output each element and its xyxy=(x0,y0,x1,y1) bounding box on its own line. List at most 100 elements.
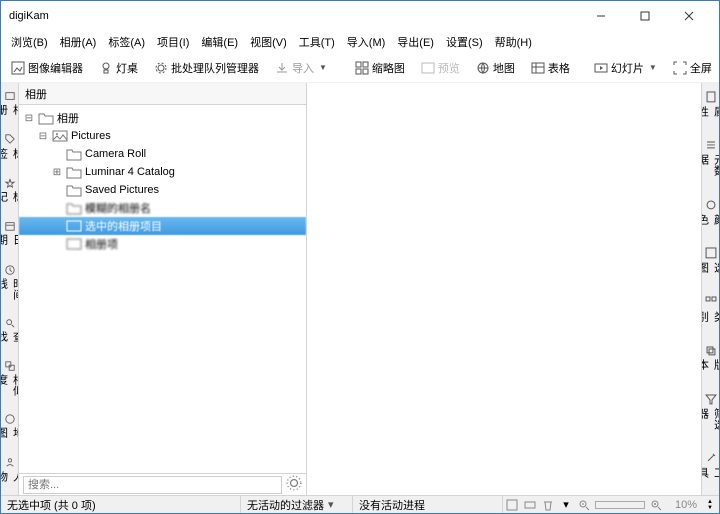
close-button[interactable] xyxy=(667,2,711,30)
tree-root[interactable]: ⊟相册 xyxy=(19,109,306,127)
maximize-button[interactable] xyxy=(623,2,667,30)
image-icon xyxy=(421,61,435,75)
status-dropdown[interactable]: ▾ xyxy=(557,498,575,511)
status-selection: 无选中项 (共 0 项) xyxy=(1,496,241,513)
album-tree[interactable]: ⊟相册 ⊟Pictures Camera Roll ⊞Luminar 4 Cat… xyxy=(19,105,306,473)
zoom-slider[interactable] xyxy=(595,501,645,509)
collapse-icon[interactable]: ⊟ xyxy=(23,113,35,124)
window-title: digiKam xyxy=(9,10,579,22)
menu-settings[interactable]: 设置(S) xyxy=(440,32,489,52)
tables-button[interactable]: 表格 xyxy=(525,57,576,79)
image-editor-button[interactable]: 图像编辑器 xyxy=(5,57,89,79)
menu-album[interactable]: 相册(A) xyxy=(54,32,103,52)
map-button[interactable]: 地图 xyxy=(470,57,521,79)
lightbulb-icon xyxy=(99,61,113,75)
tab-tags[interactable]: 标签 xyxy=(1,128,19,171)
tab-map[interactable]: 地图 xyxy=(1,408,19,451)
label: 地图 xyxy=(493,60,515,76)
menu-tags[interactable]: 标签(A) xyxy=(102,32,151,52)
panel-header: 相册 xyxy=(19,83,306,105)
album-icon xyxy=(66,219,82,233)
label: 图像编辑器 xyxy=(28,60,83,76)
search-input[interactable] xyxy=(23,476,282,494)
lighttable-button[interactable]: 灯桌 xyxy=(93,57,144,79)
folder-icon xyxy=(66,147,82,161)
chevron-down-icon[interactable]: ▾ xyxy=(324,498,338,511)
menu-edit[interactable]: 编辑(E) xyxy=(195,32,244,52)
menu-view[interactable]: 视图(V) xyxy=(244,32,293,52)
tab-versions[interactable]: 版本 xyxy=(701,339,719,388)
center-pane xyxy=(307,83,701,495)
fullscreen-button[interactable]: 全屏 xyxy=(667,57,718,79)
tab-pick[interactable]: 选图 xyxy=(701,241,719,290)
tab-similarity[interactable]: 相似度 xyxy=(1,355,19,408)
tab-dates[interactable]: 日期 xyxy=(1,215,19,258)
left-sidebar-tabs: 相册 标签 标记 日期 时间线 查找 相似度 地图 人物 xyxy=(1,83,19,495)
tab-search[interactable]: 查找 xyxy=(1,312,19,355)
tab-metadata[interactable]: 元数据 xyxy=(701,134,719,193)
options-icon[interactable] xyxy=(286,475,302,494)
menu-tools[interactable]: 工具(T) xyxy=(293,32,341,52)
tab-labels[interactable]: 标记 xyxy=(1,172,19,215)
chevron-down-icon: ▼ xyxy=(319,63,327,72)
status-filter: 无活动的过滤器▾ xyxy=(241,496,353,513)
menu-import[interactable]: 导入(M) xyxy=(341,32,392,52)
tree-pictures[interactable]: ⊟Pictures xyxy=(19,127,306,145)
play-icon xyxy=(594,61,608,75)
tree-item-selected[interactable]: 选中的相册项目 xyxy=(19,217,306,235)
zoom-in-button[interactable] xyxy=(647,499,665,511)
tree-camera-roll[interactable]: Camera Roll xyxy=(19,145,306,163)
label: 全屏 xyxy=(690,60,712,76)
tab-properties[interactable]: 属性 xyxy=(701,85,719,134)
label: 灯桌 xyxy=(116,60,138,76)
expand-icon[interactable]: ⊞ xyxy=(51,167,63,178)
status-icon-button[interactable] xyxy=(521,499,539,511)
status-progress: 没有活动进程 xyxy=(353,496,503,513)
tab-tools[interactable]: 工具 xyxy=(701,446,719,495)
thumbnails-button[interactable]: 缩略图 xyxy=(349,57,411,79)
tab-filters[interactable]: 筛选器 xyxy=(701,387,719,446)
import-icon xyxy=(275,61,289,75)
album-icon xyxy=(66,237,82,251)
tree-luminar[interactable]: ⊞Luminar 4 Catalog xyxy=(19,163,306,181)
tab-timeline[interactable]: 时间线 xyxy=(1,259,19,312)
status-trash-button[interactable] xyxy=(539,499,557,511)
zoom-stepper[interactable]: ▲▼ xyxy=(701,499,719,511)
image-icon xyxy=(52,129,68,143)
tree-saved-pictures[interactable]: Saved Pictures xyxy=(19,181,306,199)
editor-icon xyxy=(11,61,25,75)
minimize-button[interactable] xyxy=(579,2,623,30)
fullscreen-icon xyxy=(673,61,687,75)
label: 预览 xyxy=(438,60,460,76)
menu-help[interactable]: 帮助(H) xyxy=(489,32,538,52)
zoom-percent: 10% xyxy=(665,499,701,511)
right-sidebar-tabs: 属性 元数据 颜色 选图 类别 版本 筛选器 工具 xyxy=(701,83,719,495)
folder-icon xyxy=(66,183,82,197)
tree-item[interactable]: 模糊的相册名 xyxy=(19,199,306,217)
menu-export[interactable]: 导出(E) xyxy=(391,32,440,52)
tab-people[interactable]: 人物 xyxy=(1,451,19,494)
preview-button[interactable]: 预览 xyxy=(415,57,466,79)
tab-colors[interactable]: 颜色 xyxy=(701,193,719,242)
label: 导入 xyxy=(292,60,314,76)
grid-icon xyxy=(355,61,369,75)
tab-albums[interactable]: 相册 xyxy=(1,85,19,128)
status-icon-button[interactable] xyxy=(503,499,521,511)
batch-queue-button[interactable]: 批处理队列管理器 xyxy=(148,57,265,79)
folder-icon xyxy=(66,165,82,179)
title-bar: digiKam xyxy=(1,1,719,31)
tab-categories[interactable]: 类别 xyxy=(701,290,719,339)
album-panel: 相册 ⊟相册 ⊟Pictures Camera Roll ⊞Luminar 4 … xyxy=(19,83,307,495)
slideshow-button[interactable]: 幻灯片▼ xyxy=(588,57,663,79)
label: 缩略图 xyxy=(372,60,405,76)
gear-icon xyxy=(154,61,168,75)
tree-item[interactable]: 相册项 xyxy=(19,235,306,253)
zoom-out-button[interactable] xyxy=(575,499,593,511)
import-button[interactable]: 导入 ▼ xyxy=(269,57,333,79)
collapse-icon[interactable]: ⊟ xyxy=(37,131,49,142)
folder-icon xyxy=(66,201,82,215)
label: 批处理队列管理器 xyxy=(171,60,259,76)
thumbnail-view[interactable] xyxy=(307,83,701,495)
menu-browse[interactable]: 浏览(B) xyxy=(5,32,54,52)
menu-item[interactable]: 项目(I) xyxy=(151,32,195,52)
